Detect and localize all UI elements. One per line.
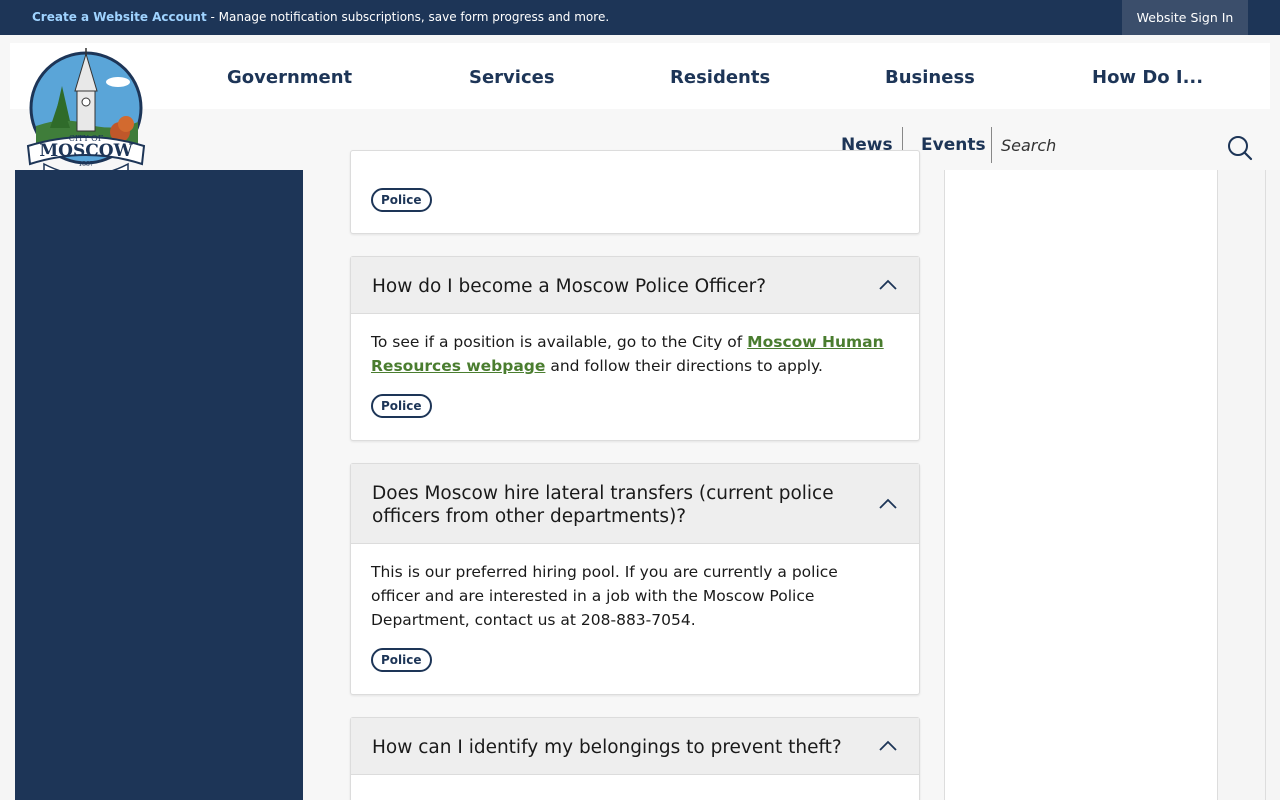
chevron-up-icon[interactable] — [879, 740, 897, 752]
faq-question: How do I become a Moscow Police Officer? — [372, 276, 767, 297]
search-icon[interactable] — [1226, 134, 1254, 162]
left-sidebar — [15, 170, 303, 800]
chevron-up-icon[interactable] — [879, 498, 897, 510]
faq-item: Does Moscow hire lateral transfers (curr… — [350, 463, 920, 695]
divider — [991, 127, 992, 163]
faq-question-header[interactable]: Does Moscow hire lateral transfers (curr… — [351, 464, 919, 544]
faq-answer-body: This is our preferred hiring pool. If yo… — [351, 544, 919, 694]
create-account-link[interactable]: Create a Website Account — [32, 10, 207, 24]
chevron-up-icon[interactable] — [879, 279, 897, 291]
create-account-description: - Manage notification subscriptions, sav… — [206, 10, 610, 24]
faq-answer: To see if a position is available, go to… — [371, 330, 891, 378]
nav-item-government[interactable]: Government — [227, 67, 352, 88]
events-link[interactable]: Events — [921, 135, 986, 155]
nav-item-business[interactable]: Business — [885, 67, 975, 88]
faq-item: How can I identify my belongings to prev… — [350, 717, 920, 800]
faq-item: Police — [350, 150, 920, 234]
logo-moscow: MOSCOW — [39, 141, 133, 161]
category-tag-police[interactable]: Police — [371, 648, 432, 672]
category-tag-police[interactable]: Police — [371, 188, 432, 212]
answer-text: To see if a position is available, go to… — [371, 333, 748, 351]
top-bar: Create a Website Account - Manage notifi… — [0, 0, 1280, 35]
city-of-moscow-logo[interactable]: CITY OF MOSCOW 1887 IDAHO — [24, 46, 150, 186]
main-nav: Government Services Residents Business H… — [10, 43, 1270, 109]
faq-answer-body: To see if a position is available, go to… — [351, 314, 919, 440]
page-edge — [1265, 170, 1266, 800]
faq-question: How can I identify my belongings to prev… — [372, 737, 842, 758]
answer-text: and follow their directions to apply. — [545, 357, 823, 375]
nav-item-services[interactable]: Services — [469, 67, 555, 88]
faq-item: How do I become a Moscow Police Officer?… — [350, 256, 920, 441]
faq-question-header[interactable]: How can I identify my belongings to prev… — [351, 718, 919, 775]
nav-item-how-do-i[interactable]: How Do I... — [1092, 67, 1203, 88]
faq-question-header[interactable]: How do I become a Moscow Police Officer? — [351, 257, 919, 314]
category-tag-police[interactable]: Police — [371, 394, 432, 418]
faq-answer: This is our preferred hiring pool. If yo… — [371, 563, 838, 629]
faq-question: Does Moscow hire lateral transfers (curr… — [372, 483, 834, 527]
logo-year: 1887 — [78, 161, 93, 168]
nav-item-residents[interactable]: Residents — [670, 67, 770, 88]
search-input[interactable] — [1001, 130, 1201, 160]
account-message: Create a Website Account - Manage notifi… — [32, 10, 609, 24]
website-sign-in-button[interactable]: Website Sign In — [1122, 0, 1248, 35]
right-sidebar — [944, 170, 1218, 800]
